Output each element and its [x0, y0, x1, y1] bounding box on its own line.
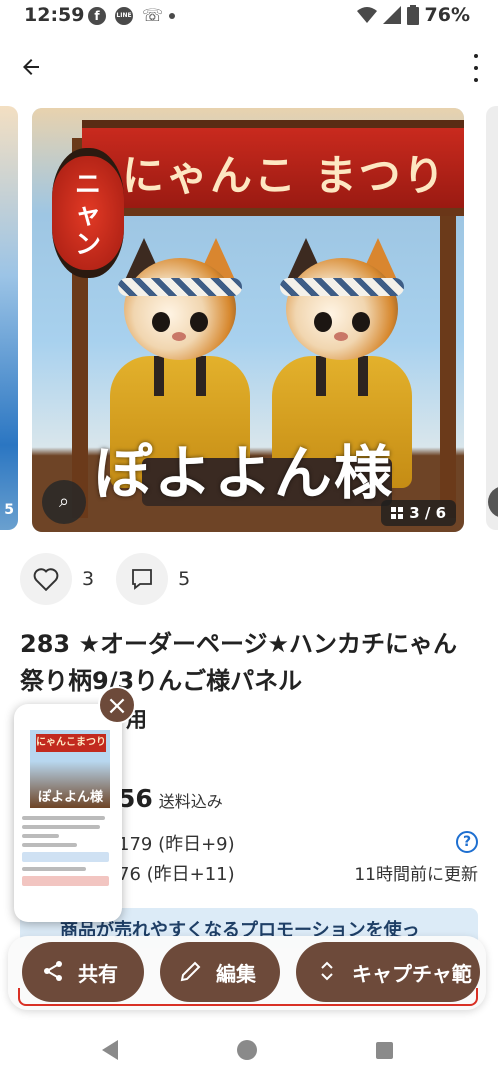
- price-line: 56 送料込み: [118, 784, 223, 813]
- comment-icon: [132, 569, 152, 590]
- status-time: 12:59: [24, 4, 85, 26]
- capture-label: キャプチャ範: [352, 961, 472, 986]
- expand-vertical-icon: [314, 959, 340, 985]
- help-icon[interactable]: ?: [456, 831, 478, 853]
- status-notification-icons: f LINE ☏: [88, 7, 175, 25]
- preview-image: にゃんこまつり ぽよよん様: [30, 730, 110, 808]
- grid-icon: [391, 507, 404, 519]
- image-counter: 3 / 6: [381, 500, 456, 526]
- image-counter-text: 3 / 6: [409, 504, 446, 522]
- like-button[interactable]: [20, 553, 72, 605]
- preview-overlay-text: ぽよよん様: [38, 790, 104, 805]
- reactions-row: 3 5: [20, 552, 212, 606]
- signal-icon: [382, 6, 401, 24]
- share-icon: [40, 959, 66, 985]
- stat-line-2: 76 (昨日+11): [118, 864, 235, 885]
- system-navigation-bar: [0, 1020, 498, 1080]
- line-icon: LINE: [115, 7, 133, 25]
- product-title: 283 ★オーダーページ★ハンカチにゃん祭り柄9/3りんご様パネル: [20, 630, 458, 695]
- nav-home-icon[interactable]: [237, 1040, 257, 1060]
- preview-banner-text: にゃんこまつり: [36, 734, 106, 752]
- stat-line-1: 179 (昨日+9): [118, 834, 235, 855]
- product-price: 56: [118, 784, 153, 813]
- product-image[interactable]: にゃんこ まつり ニャン ぽよよん様 ⌕ 3 / 6: [32, 108, 464, 532]
- edit-label: 編集: [216, 961, 256, 986]
- pencil-icon: [178, 959, 204, 985]
- image-overlay-text: ぽよよん様: [94, 439, 395, 507]
- wifi-icon: [356, 7, 377, 23]
- image-search-icon[interactable]: ⌕: [42, 480, 86, 524]
- battery-icon: [406, 5, 419, 25]
- missed-call-icon: ☏: [142, 6, 164, 26]
- warning-box-edge: [18, 988, 478, 1006]
- comment-count: 5: [178, 568, 191, 590]
- preview-text-lines: [22, 816, 114, 891]
- lantern-text: ニャン: [74, 170, 101, 260]
- previous-counter-fragment: 5: [4, 502, 14, 518]
- nav-recents-icon[interactable]: [376, 1042, 393, 1059]
- battery-percent: 76%: [424, 4, 470, 26]
- comment-button[interactable]: [116, 553, 169, 605]
- screenshot-preview-thumbnail[interactable]: にゃんこまつり ぽよよん様: [14, 704, 122, 922]
- image-carousel[interactable]: 5 にゃんこ まつり ニャン ぽよよん様 ⌕ 3 / 6: [0, 100, 498, 536]
- festival-banner: にゃんこ まつり: [82, 120, 464, 216]
- nav-back-icon[interactable]: [102, 1040, 118, 1060]
- share-label: 共有: [78, 961, 118, 986]
- facebook-icon: f: [88, 7, 106, 25]
- heart-icon: [33, 568, 59, 591]
- previous-image-peek[interactable]: 5: [0, 106, 18, 530]
- like-count: 3: [82, 568, 95, 590]
- status-bar: 12:59 f LINE ☏ 76%: [0, 0, 498, 34]
- close-preview-button[interactable]: ×: [98, 686, 136, 724]
- back-arrow-icon[interactable]: [14, 50, 48, 84]
- app-bar: [0, 44, 498, 90]
- more-vert-icon[interactable]: [470, 54, 482, 82]
- notification-dot-icon: [169, 13, 175, 19]
- banner-text: にゃんこ まつり: [122, 151, 447, 200]
- shipping-note: 送料込み: [158, 792, 223, 811]
- updated-time: 11時間前に更新: [354, 865, 478, 885]
- status-system-icons: 76%: [356, 4, 470, 26]
- next-image-peek[interactable]: [486, 106, 498, 530]
